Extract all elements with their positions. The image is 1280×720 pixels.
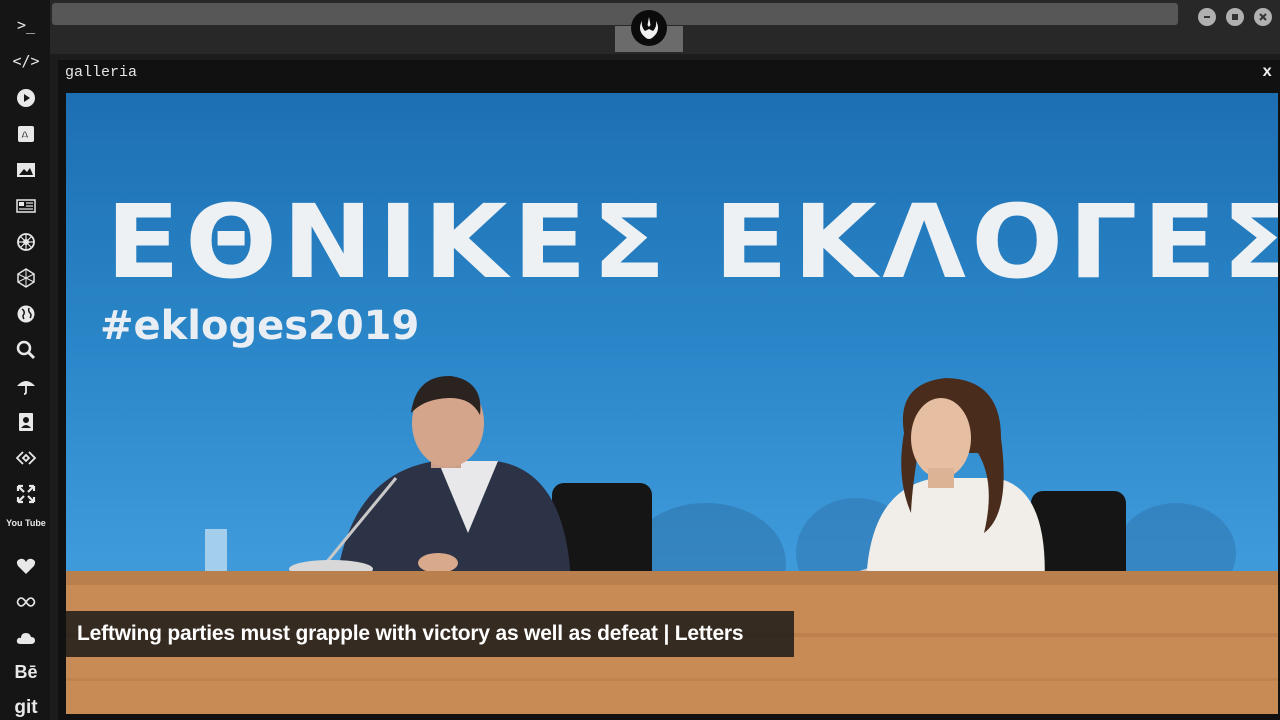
translate-icon[interactable]: A: [13, 121, 39, 147]
photo-heading-text: ΕΘΝΙΚΕΣ ΕΚΛΟΓΕΣ: [106, 183, 1278, 302]
empire-icon[interactable]: [13, 265, 39, 291]
photo-hashtag-text: #ekloges2019: [100, 303, 420, 349]
image-icon[interactable]: [13, 157, 39, 183]
expand-icon[interactable]: [13, 481, 39, 507]
address-bar[interactable]: [52, 3, 1178, 25]
rebel-alliance-logo-icon[interactable]: [631, 10, 667, 46]
close-window-button[interactable]: [1254, 8, 1272, 26]
sidebar: >_ </> A You Tube Bē git: [0, 0, 50, 720]
svg-text:A: A: [21, 130, 29, 141]
photo-caption[interactable]: Leftwing parties must grapple with victo…: [66, 611, 794, 657]
git-icon[interactable]: git: [4, 697, 48, 719]
minimize-button[interactable]: [1198, 8, 1216, 26]
close-gallery-button[interactable]: x: [1262, 63, 1272, 81]
embed-icon[interactable]: [13, 445, 39, 471]
infinity-icon[interactable]: [13, 589, 39, 615]
rebel-icon[interactable]: [13, 229, 39, 255]
umbrella-icon[interactable]: [13, 373, 39, 399]
cloud-icon[interactable]: [13, 625, 39, 651]
contacts-icon[interactable]: [13, 409, 39, 435]
behance-icon[interactable]: Bē: [4, 662, 48, 683]
window-title: galleria: [65, 64, 138, 81]
play-icon[interactable]: [13, 85, 39, 111]
news-icon[interactable]: [13, 193, 39, 219]
search-icon[interactable]: [13, 337, 39, 363]
youtube-icon[interactable]: You Tube: [4, 518, 48, 528]
terminal-icon[interactable]: >_: [4, 16, 48, 34]
globe-icon[interactable]: [13, 301, 39, 327]
code-icon[interactable]: </>: [4, 52, 48, 70]
maximize-button[interactable]: [1226, 8, 1244, 26]
heart-icon[interactable]: [13, 553, 39, 579]
